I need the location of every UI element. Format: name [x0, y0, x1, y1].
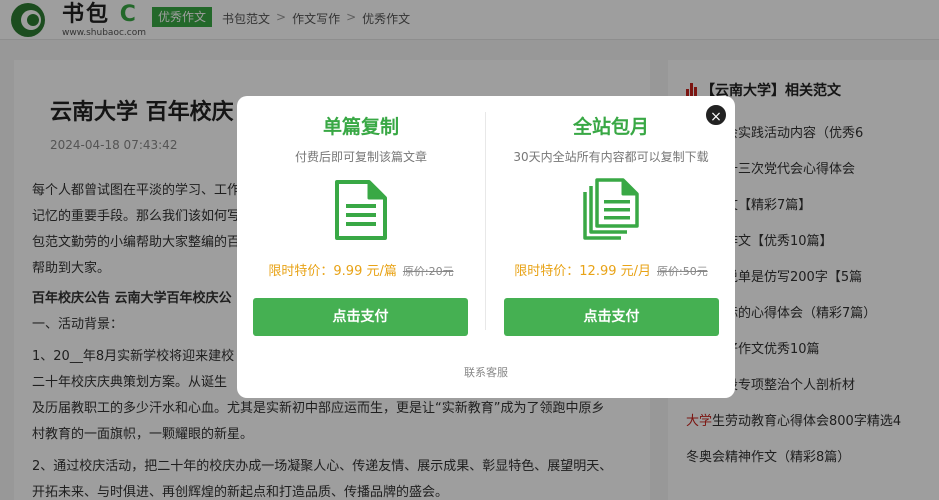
multiple-documents-icon: [581, 178, 641, 246]
plan-price: 限时特价：9.99 元/篇 原价:20元: [237, 260, 485, 279]
close-icon[interactable]: ×: [704, 103, 728, 127]
pay-button-monthly[interactable]: 点击支付: [504, 298, 719, 336]
plan-monthly: 全站包月 30天内全站所有内容都可以复制下载 限时特价：12.99 元/月 原价:…: [487, 96, 735, 346]
contact-service-link[interactable]: 联系客服: [237, 364, 735, 380]
plan-divider: [485, 112, 486, 330]
sale-price: 限时特价：9.99 元/篇: [268, 264, 397, 279]
original-price: 原价:50元: [657, 265, 708, 278]
plan-description: 30天内全站所有内容都可以复制下载: [513, 150, 709, 164]
plan-title: 全站包月: [572, 116, 649, 138]
plan-price: 限时特价：12.99 元/月 原价:50元: [487, 260, 735, 279]
original-price: 原价:20元: [402, 265, 454, 278]
pay-button-single[interactable]: 点击支付: [253, 298, 468, 336]
single-document-icon: [333, 178, 389, 246]
plan-description: 付费后即可复制该篇文章: [294, 150, 427, 164]
plan-title: 单篇复制: [322, 116, 399, 138]
plan-single: 单篇复制 付费后即可复制该篇文章 限时特价：9.99 元/篇 原价:20元 点击支…: [237, 96, 485, 346]
sale-price: 限时特价：12.99 元/月: [514, 264, 652, 279]
payment-modal: 单篇复制 付费后即可复制该篇文章 限时特价：9.99 元/篇 原价:20元 点击支…: [237, 96, 735, 398]
